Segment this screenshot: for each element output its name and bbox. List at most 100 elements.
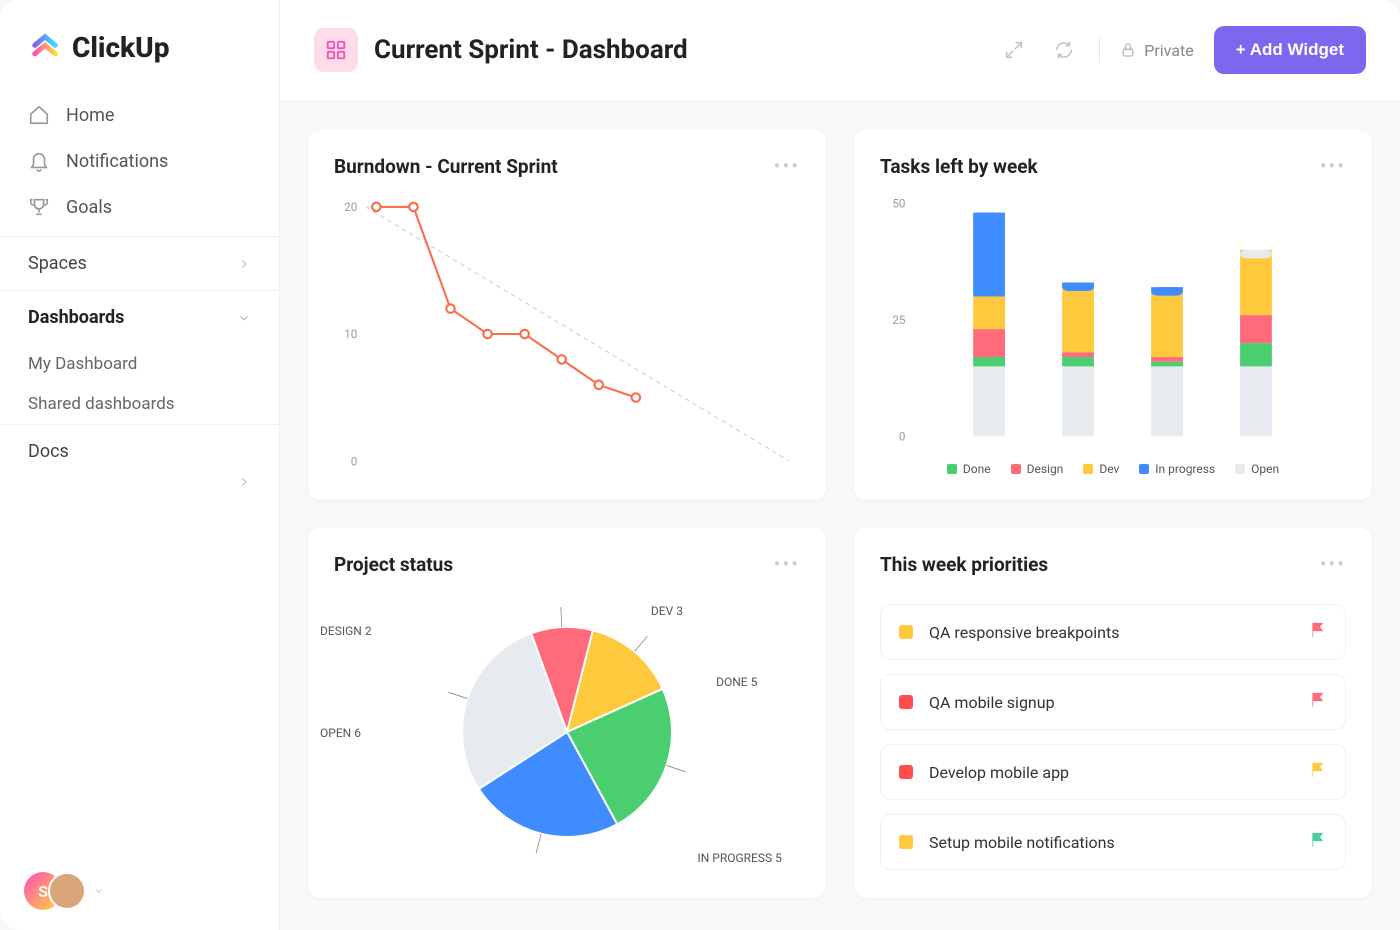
card-menu-button[interactable]: ••• [774,154,800,178]
status-square-icon [899,835,913,849]
user-avatar-menu[interactable]: S [0,852,279,930]
priority-item[interactable]: Develop mobile app [880,744,1346,800]
nav-label: Home [66,105,114,126]
sidebar-item-shared-dashboards[interactable]: Shared dashboards [0,384,279,424]
pie-label: DONE 5 [716,675,757,689]
section-docs[interactable]: Docs [0,424,279,478]
legend-item[interactable]: Done [947,462,991,476]
status-square-icon [899,695,913,709]
sub-label: Shared dashboards [28,394,175,414]
card-menu-button[interactable]: ••• [1320,552,1346,576]
section-dashboards[interactable]: Dashboards [0,290,279,344]
widget-tasks-left: Tasks left by week ••• 02550 DoneDesignD… [854,130,1372,500]
card-title: This week priorities [880,553,1048,576]
burndown-chart: 0 10 20 [334,192,800,476]
legend-item[interactable]: Design [1011,462,1064,476]
refresh-icon [1053,39,1075,61]
legend-item[interactable]: Dev [1083,462,1119,476]
pie-label: OPEN 6 [320,726,361,740]
card-title: Tasks left by week [880,155,1038,178]
nav-label: Notifications [66,151,168,172]
priority-item[interactable]: Setup mobile notifications [880,814,1346,870]
legend-swatch [1235,464,1245,474]
nav-goals[interactable]: Goals [0,184,279,230]
legend-swatch [1139,464,1149,474]
sidebar: ClickUp Home Notifications Goals Spaces … [0,0,280,930]
legend-item[interactable]: In progress [1139,462,1215,476]
sub-label: My Dashboard [28,354,137,374]
caret-down-icon [94,886,104,896]
priority-text: QA responsive breakpoints [929,623,1120,642]
priority-text: QA mobile signup [929,693,1055,712]
main: Current Sprint - Dashboard Private + Add… [280,0,1400,930]
project-status-chart: DESIGN 2DEV 3DONE 5IN PROGRESS 5OPEN 6 [334,590,800,874]
priority-flag-icon[interactable] [1309,761,1327,783]
avatar-initial: S [38,882,48,901]
legend-item[interactable]: Open [1235,462,1279,476]
priority-flag-icon[interactable] [1309,691,1327,713]
privacy-label: Private [1144,41,1193,60]
nav-notifications[interactable]: Notifications [0,138,279,184]
topbar: Current Sprint - Dashboard Private + Add… [280,0,1400,100]
priority-flag-icon[interactable] [1309,621,1327,643]
priority-list: QA responsive breakpoints QA mobile signu… [880,604,1346,870]
refresh-button[interactable] [1049,35,1079,65]
card-title: Burndown - Current Sprint [334,155,558,178]
expand-button[interactable] [999,35,1029,65]
priority-item[interactable]: QA mobile signup [880,674,1346,730]
card-menu-button[interactable]: ••• [1320,154,1346,178]
status-square-icon [899,765,913,779]
section-spaces[interactable]: Spaces [0,236,279,290]
separator [1099,37,1100,63]
svg-text:50: 50 [892,197,905,211]
expand-icon [1003,39,1025,61]
chevron-right-icon [237,475,251,489]
trophy-icon [28,196,50,218]
dashboard-glyph-icon [314,28,358,72]
svg-text:10: 10 [344,327,357,341]
legend-swatch [1011,464,1021,474]
pie-label: DESIGN 2 [320,624,372,638]
lock-icon [1120,42,1136,58]
priority-flag-icon[interactable] [1309,831,1327,853]
brand-name: ClickUp [72,31,169,64]
nav-home[interactable]: Home [0,92,279,138]
clickup-logo-icon [28,30,62,64]
svg-text:25: 25 [892,313,906,327]
chart-legend: Done Design Dev In progress Open [880,462,1346,476]
priority-item[interactable]: QA responsive breakpoints [880,604,1346,660]
tasks-left-chart: 0 25 50 [880,192,1346,456]
add-widget-button[interactable]: + Add Widget [1214,26,1366,74]
page-title: Current Sprint - Dashboard [374,35,688,65]
nav-label: Goals [66,197,112,218]
avatar [48,872,86,910]
privacy-indicator[interactable]: Private [1120,41,1193,60]
card-title: Project status [334,553,453,576]
bell-icon [28,150,50,172]
status-square-icon [899,625,913,639]
legend-label: Design [1027,462,1064,476]
sidebar-item-my-dashboard[interactable]: My Dashboard [0,344,279,384]
card-menu-button[interactable]: ••• [774,552,800,576]
widget-burndown: Burndown - Current Sprint ••• 0 10 20 [308,130,826,500]
legend-label: Done [963,462,991,476]
legend-swatch [947,464,957,474]
svg-text:0: 0 [351,454,358,468]
section-label: Dashboards [28,307,124,328]
svg-text:20: 20 [344,200,357,214]
chevron-right-icon [237,257,251,271]
chevron-down-icon [237,311,251,325]
widget-project-status: Project status ••• DESIGN 2DEV 3DONE 5IN… [308,528,826,898]
section-label: Docs [28,441,69,462]
priority-text: Develop mobile app [929,763,1069,782]
legend-label: In progress [1155,462,1215,476]
legend-label: Dev [1099,462,1119,476]
logo[interactable]: ClickUp [0,0,279,86]
widget-priorities: This week priorities ••• QA responsive b… [854,528,1372,898]
legend-label: Open [1251,462,1279,476]
priority-text: Setup mobile notifications [929,833,1115,852]
legend-swatch [1083,464,1093,474]
svg-text:0: 0 [899,430,906,444]
section-label: Spaces [28,253,87,274]
home-icon [28,104,50,126]
